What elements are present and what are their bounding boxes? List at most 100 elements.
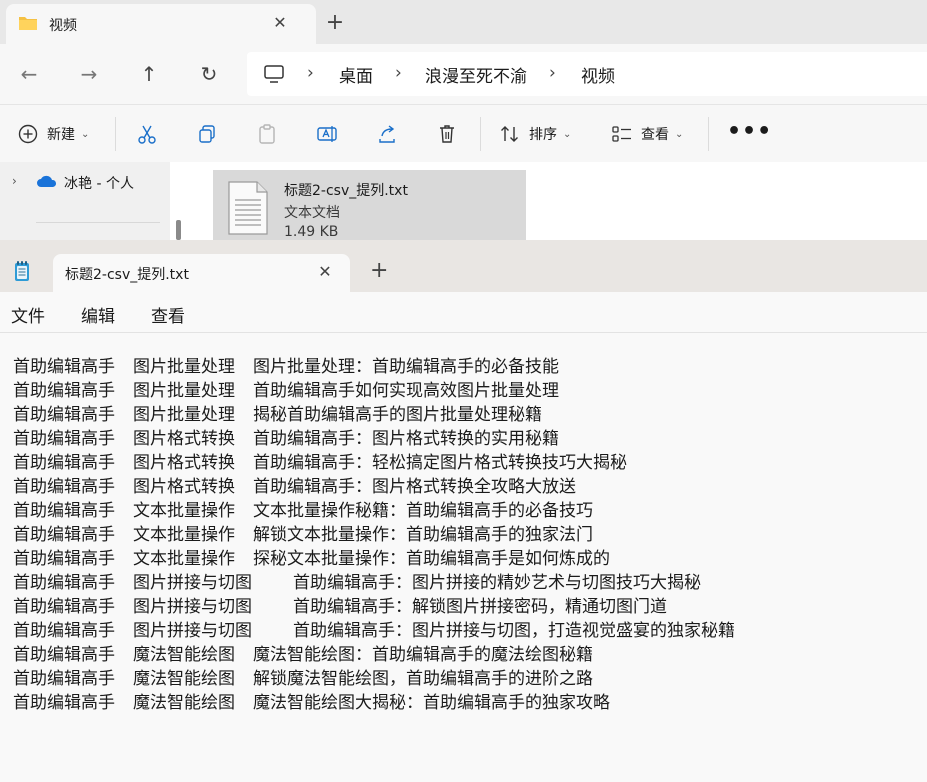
- text-cell: 首助编辑高手: [13, 405, 115, 425]
- onedrive-cloud-icon: [37, 175, 57, 187]
- view-button-label: 查看: [641, 127, 669, 143]
- chevron-right-icon[interactable]: ›: [12, 174, 17, 188]
- sort-button[interactable]: 排序 ⌄: [499, 121, 571, 147]
- menu-file[interactable]: 文件: [11, 302, 45, 327]
- explorer-tab-bar: 视频 ✕ +: [0, 0, 927, 44]
- breadcrumb-desktop[interactable]: 桌面: [339, 62, 373, 87]
- text-cell: 图片批量处理: [133, 357, 235, 377]
- address-bar[interactable]: › 桌面 › 浪漫至死不渝 › 视频: [247, 52, 927, 96]
- paste-button[interactable]: [256, 121, 278, 147]
- cut-button[interactable]: [136, 121, 158, 147]
- notepad-app-icon: [15, 261, 29, 281]
- divider: [480, 117, 481, 151]
- plus-circle-icon: [18, 124, 38, 144]
- text-line: 首助编辑高手 图片格式转换 首助编辑高手：图片格式转换的实用秘籍: [13, 427, 735, 451]
- text-line: 首助编辑高手 图片拼接与切图 首助编辑高手：解锁图片拼接密码，精通切图门道: [13, 595, 735, 619]
- text-line: 首助编辑高手 文本批量操作 探秘文本批量操作：首助编辑高手是如何炼成的: [13, 547, 735, 571]
- new-button[interactable]: 新建 ⌄: [17, 121, 89, 147]
- delete-button[interactable]: [436, 121, 458, 147]
- text-cell: 解锁文本批量操作：首助编辑高手的独家法门: [253, 525, 593, 545]
- breadcrumb-current[interactable]: 视频: [581, 62, 615, 87]
- copy-icon: [199, 125, 215, 143]
- explorer-tab-title: 视频: [49, 18, 77, 34]
- text-line: 首助编辑高手 图片拼接与切图 首助编辑高手：图片拼接与切图，打造视觉盛宴的独家秘籍: [13, 619, 735, 643]
- text-cell: 探秘文本批量操作：首助编辑高手是如何炼成的: [253, 549, 610, 569]
- menu-view[interactable]: 查看: [151, 302, 185, 327]
- text-cell: 首助编辑高手: [13, 429, 115, 449]
- copy-button[interactable]: [196, 121, 218, 147]
- view-button[interactable]: 查看 ⌄: [611, 121, 683, 147]
- new-tab-icon[interactable]: +: [323, 12, 347, 36]
- rename-icon: [317, 126, 337, 142]
- chevron-down-icon: ⌄: [563, 128, 572, 140]
- text-cell: 图片批量处理: [133, 405, 235, 425]
- explorer-tab[interactable]: 视频 ✕: [6, 4, 316, 44]
- text-cell: 首助编辑高手: [13, 477, 115, 497]
- explorer-content: › 冰艳 - 个人 标题2-csv_提列.txt 文本文档 1.49 KB: [0, 162, 927, 240]
- text-cell: 图片格式转换: [133, 429, 235, 449]
- file-item[interactable]: 标题2-csv_提列.txt 文本文档 1.49 KB: [213, 170, 526, 240]
- menu-edit[interactable]: 编辑: [81, 302, 115, 327]
- close-icon[interactable]: ✕: [315, 262, 335, 282]
- text-line: 首助编辑高手 图片批量处理 揭秘首助编辑高手的图片批量处理秘籍: [13, 403, 735, 427]
- text-document-icon: [228, 181, 268, 235]
- up-arrow-icon[interactable]: ↑: [136, 61, 162, 87]
- chevron-right-icon: ›: [549, 63, 556, 83]
- command-bar: 新建 ⌄ 排序 ⌄ 查看 ⌄ •••: [0, 104, 927, 164]
- text-lines: 首助编辑高手 图片批量处理 图片批量处理：首助编辑高手的必备技能 首助编辑高手 图片批量…: [13, 355, 735, 715]
- text-cell: 首助编辑高手: [13, 381, 115, 401]
- text-line: 首助编辑高手 图片格式转换 首助编辑高手：轻松搞定图片格式转换技巧大揭秘: [13, 451, 735, 475]
- new-tab-icon[interactable]: +: [370, 260, 388, 282]
- forward-arrow-icon[interactable]: →: [76, 61, 102, 87]
- text-cell: 首助编辑高手：图片拼接与切图，打造视觉盛宴的独家秘籍: [293, 621, 735, 641]
- sort-icon: [501, 126, 518, 142]
- text-cell: 首助编辑高手：图片格式转换的实用秘籍: [253, 429, 559, 449]
- text-cell: 文本批量操作: [133, 549, 235, 569]
- view-list-icon: [612, 126, 631, 142]
- scrollbar-thumb[interactable]: [176, 220, 181, 240]
- text-cell: 首助编辑高手: [13, 597, 115, 617]
- refresh-icon[interactable]: ↻: [196, 61, 222, 87]
- text-line: 首助编辑高手 图片批量处理 图片批量处理：首助编辑高手的必备技能: [13, 355, 735, 379]
- trash-icon: [440, 125, 454, 143]
- chevron-down-icon: ⌄: [675, 128, 684, 140]
- text-cell: 首助编辑高手：解锁图片拼接密码，精通切图门道: [293, 597, 667, 617]
- text-cell: 图片格式转换: [133, 477, 235, 497]
- text-line: 首助编辑高手 文本批量操作 解锁文本批量操作：首助编辑高手的独家法门: [13, 523, 735, 547]
- text-cell: 图片格式转换: [133, 453, 235, 473]
- file-explorer-window: 视频 ✕ + ← → ↑ ↻ › 桌面 › 浪漫至死不渝 › 视频 新建 ⌄ 排…: [0, 0, 927, 240]
- share-button[interactable]: [376, 121, 398, 147]
- file-name: 标题2-csv_提列.txt: [284, 183, 408, 199]
- text-cell: 解锁魔法智能绘图，首助编辑高手的进阶之路: [253, 669, 593, 689]
- file-size: 1.49 KB: [284, 224, 339, 240]
- text-cell: 首助编辑高手: [13, 645, 115, 665]
- more-options-icon[interactable]: •••: [727, 119, 772, 144]
- back-arrow-icon[interactable]: ←: [16, 61, 42, 87]
- chevron-down-icon: ⌄: [81, 128, 90, 140]
- text-line: 首助编辑高手 图片格式转换 首助编辑高手：图片格式转换全攻略大放送: [13, 475, 735, 499]
- text-editor[interactable]: 首助编辑高手 图片批量处理 图片批量处理：首助编辑高手的必备技能 首助编辑高手 图片批量…: [0, 333, 927, 782]
- notepad-tab[interactable]: 标题2-csv_提列.txt ✕: [53, 254, 350, 292]
- text-line: 首助编辑高手 图片拼接与切图 首助编辑高手：图片拼接的精妙艺术与切图技巧大揭秘: [13, 571, 735, 595]
- sort-button-label: 排序: [529, 127, 557, 143]
- text-cell: 图片批量处理：首助编辑高手的必备技能: [253, 357, 559, 377]
- breadcrumb-folder[interactable]: 浪漫至死不渝: [425, 62, 527, 87]
- text-line: 首助编辑高手 图片批量处理 首助编辑高手如何实现高效图片批量处理: [13, 379, 735, 403]
- file-type: 文本文档: [284, 205, 340, 221]
- divider: [36, 222, 160, 223]
- text-cell: 魔法智能绘图: [133, 645, 235, 665]
- text-cell: 图片批量处理: [133, 381, 235, 401]
- menu-bar: 文件 编辑 查看: [0, 292, 927, 333]
- sidebar-item-onedrive[interactable]: 冰艳 - 个人: [64, 173, 134, 193]
- rename-button[interactable]: [316, 121, 338, 147]
- text-line: 首助编辑高手 魔法智能绘图 魔法智能绘图大揭秘：首助编辑高手的独家攻略: [13, 691, 735, 715]
- text-cell: 首助编辑高手: [13, 453, 115, 473]
- folder-icon: [19, 17, 37, 30]
- chevron-right-icon: ›: [307, 63, 314, 83]
- divider: [708, 117, 709, 151]
- text-cell: 魔法智能绘图: [133, 669, 235, 689]
- chevron-right-icon: ›: [395, 63, 402, 83]
- close-icon[interactable]: ✕: [270, 13, 290, 33]
- text-cell: 揭秘首助编辑高手的图片批量处理秘籍: [253, 405, 542, 425]
- text-cell: 文本批量操作秘籍：首助编辑高手的必备技巧: [253, 501, 593, 521]
